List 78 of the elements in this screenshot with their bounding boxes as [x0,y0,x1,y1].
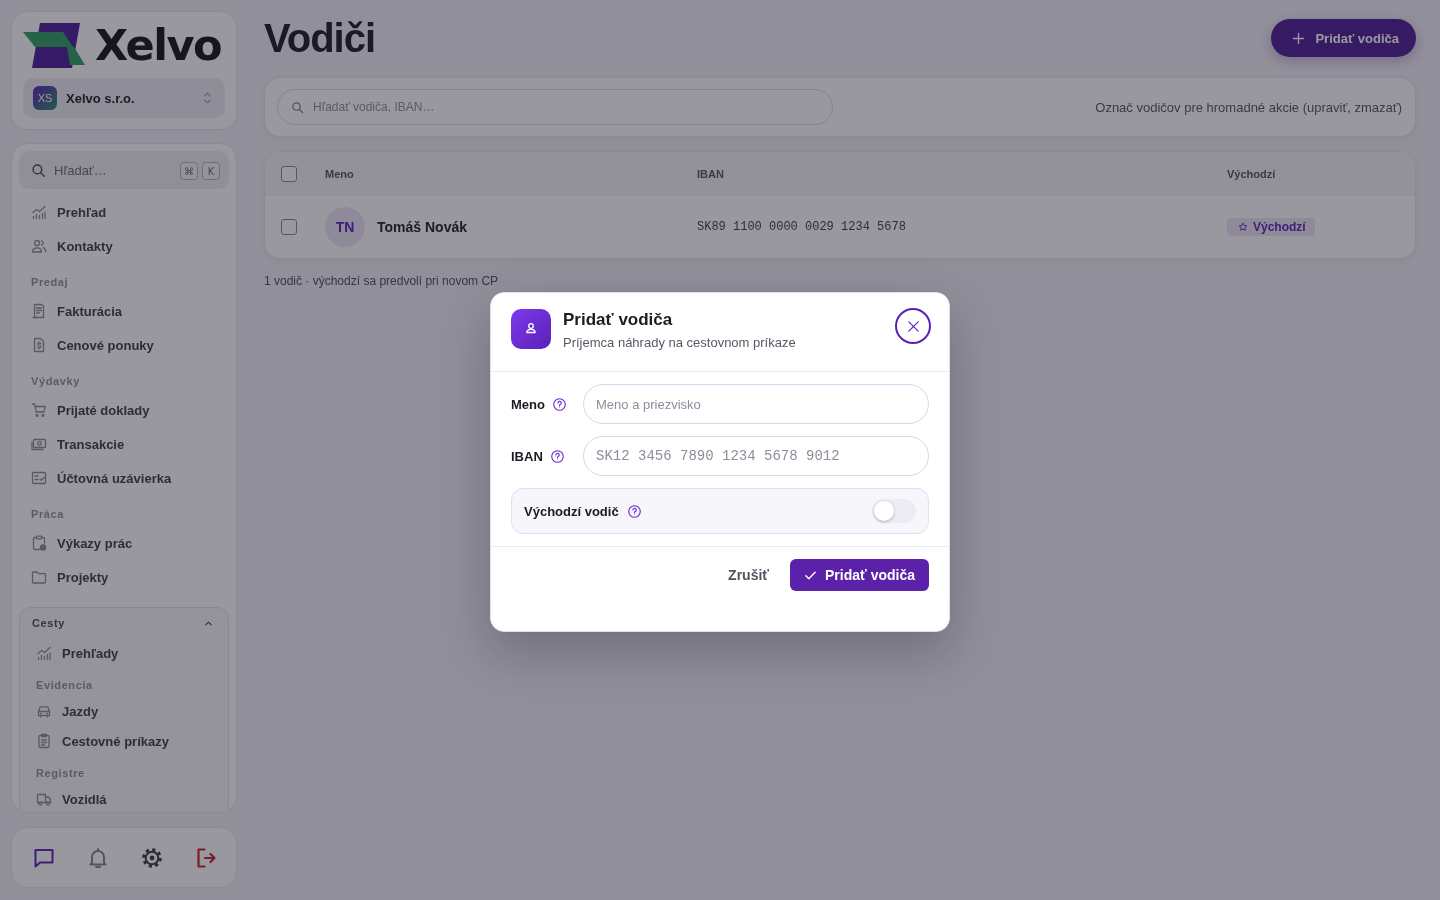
column-header: Východzí [1227,168,1277,180]
workspace-switcher[interactable]: XS Xelvo s.r.o. [23,78,225,118]
people-icon [31,238,47,254]
nav-link[interactable]: Transakcie [19,427,229,461]
page-title: Vodiči [264,18,376,58]
toggle-label: Východzí vodič [524,503,619,519]
workspace-avatar: XS [33,86,57,110]
nav-link[interactable]: Kontakty [19,229,229,263]
folder-icon [31,569,47,585]
bar-chart-icon [36,645,52,661]
nav-link[interactable]: Výkazy prác [19,526,229,560]
nav-link[interactable]: Cestovné príkazy [20,726,228,756]
car-icon [36,703,52,719]
nav-link[interactable]: Prijaté doklady [19,393,229,427]
column-header: Meno [325,168,355,180]
nav-group-toggle[interactable]: Cesty [20,608,228,638]
search-icon [31,163,46,178]
driver-name: Tomáš Novák [377,219,467,235]
help-icon[interactable] [550,449,564,463]
help-icon[interactable] [552,397,566,411]
nav-link[interactable]: Fakturácia [19,294,229,328]
checkbox[interactable] [281,166,297,182]
section-label: Evidencia [35,678,94,693]
truck-icon [36,791,52,807]
clipboard-clock-icon [31,535,47,551]
receipt-icon [31,303,47,319]
star-icon [1238,222,1248,232]
nav-link[interactable]: Prehľady [20,638,228,668]
input-field[interactable]: SK12 3456 7890 1234 5678 9012 [583,436,929,476]
field-label: IBAN [511,448,543,464]
clipboard-icon [36,733,52,749]
plus-icon [1292,31,1306,45]
chevron-up-down-icon [203,91,212,105]
logo-wordmark: Xelvo [95,22,221,68]
add-driver-button[interactable]: Pridať vodiča [1271,19,1416,57]
section-label: Predaj [30,275,70,290]
person-icon [511,309,551,349]
cart-icon [31,402,47,418]
logout-button[interactable] [194,845,218,870]
shortcut-key: ⌘ [180,162,198,180]
shortcut-key: K [202,162,220,180]
dollar-document-icon [31,337,47,353]
initials-avatar: TN [325,207,365,247]
search-icon [291,101,304,114]
column-header: IBAN [697,168,725,180]
bar-chart-icon [31,204,47,220]
cancel-button[interactable]: Zrušiť [728,567,770,583]
settings-button[interactable] [140,845,164,870]
dialog-subtitle: Príjemca náhrady na cestovnom príkaze [563,335,797,351]
close-button[interactable] [895,308,931,344]
close-icon [906,319,920,333]
section-label: Práca [30,507,65,522]
nav-link[interactable]: Cenové ponuky [19,328,229,362]
nav-link[interactable]: Prehľad [19,195,229,229]
logo-mark-icon [23,22,85,68]
nav-link[interactable]: Vozidlá [20,784,228,812]
default-label: Východzí [1253,220,1306,234]
checkbox[interactable] [281,219,297,235]
banknote-icon [31,436,47,452]
field-label: Meno [511,396,545,412]
nav-link[interactable]: Účtovná uzávierka [19,461,229,495]
nav-link[interactable]: Jazdy [20,696,228,726]
section-label: Registre [35,766,86,781]
footer-note: 1 vodič · východzí sa predvolí pri novom CP [264,274,500,288]
bulk-actions-hint: Označ vodičov pre hromadné akcie (upraviť, zmazať) [1095,99,1402,115]
dialog-title: Pridať vodiča [563,310,674,330]
help-icon[interactable] [627,504,641,518]
submit-button[interactable]: Pridať vodiča [790,559,929,591]
toggle-switch[interactable] [872,499,916,523]
search-field[interactable]: Hľadať vodiča, IBAN… [277,89,833,125]
iban-text: SK89 1100 0000 0029 1234 5678 [697,220,907,234]
workspace-name: Xelvo s.r.o. [66,90,136,106]
section-label: Výdavky [30,374,81,389]
input-field[interactable]: Meno a priezvisko [583,384,929,424]
checklist-icon [31,470,47,486]
settings-icon [140,845,164,870]
logout-icon [194,845,218,870]
nav-link[interactable]: Projekty [19,560,229,594]
